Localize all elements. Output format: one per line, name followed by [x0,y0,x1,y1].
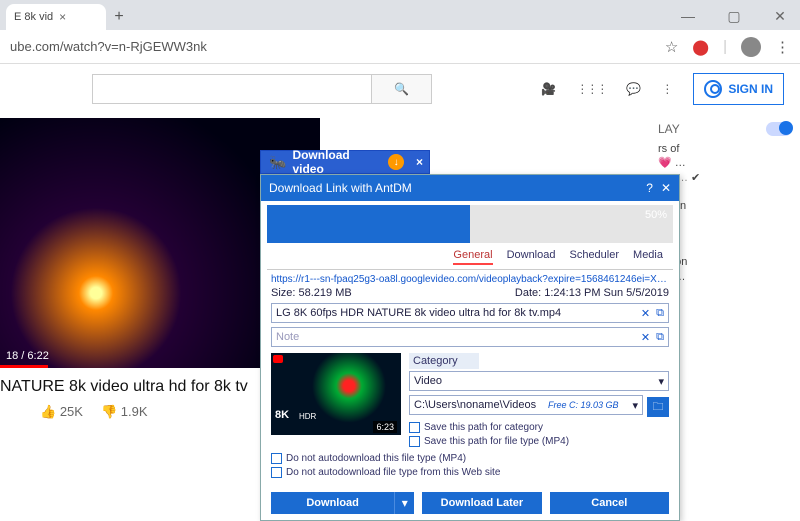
messages-icon[interactable]: 💬 [626,82,641,96]
youtube-icon [273,355,283,363]
extension-icon[interactable]: ⬤ [692,38,709,56]
category-select[interactable]: Video ▾ [409,371,669,391]
tab-general[interactable]: General [453,249,492,265]
browser-menu-icon[interactable]: ⋮ [775,38,790,56]
window-close-button[interactable]: ✕ [766,8,794,25]
browser-tabstrip: E 8k vid × + — ▢ ✕ [0,0,800,30]
chevron-down-icon: ▾ [658,375,664,388]
url-field[interactable]: ube.com/watch?v=n-RjGEWW3nk [10,39,655,54]
search-box: 🔍 [92,74,432,104]
file-date-label: Date: 1:24:13 PM Sun 5/5/2019 [515,287,669,299]
clear-icon[interactable]: ✕ [641,307,650,320]
filename-field[interactable]: LG 8K 60fps HDR NATURE 8k video ultra hd… [271,303,669,323]
resolution-badge: 8K [275,409,289,421]
folder-icon: 🗀 [653,398,664,417]
browse-folder-button[interactable]: 🗀 [647,397,669,417]
chevron-down-icon: ▾ [632,399,638,412]
autoplay-toggle[interactable] [766,122,792,136]
dialog-titlebar: Download Link with AntDM ? ✕ [261,175,679,201]
tab-download[interactable]: Download [507,249,556,265]
dialog-buttons: Download ▾ Download Later Cancel [261,486,679,520]
bookmark-star-icon[interactable]: ☆ [665,38,678,56]
save-path-field[interactable]: C:\Users\noname\Videos Free C: 19.03 GB … [409,395,643,415]
checkbox-no-autodownload-site[interactable]: Do not autodownload file type from this … [271,467,669,478]
window-minimize-button[interactable]: — [674,8,702,24]
address-bar: ube.com/watch?v=n-RjGEWW3nk ☆ ⬤ | ⋮ [0,30,800,64]
tab-title: E 8k vid [14,11,53,23]
tab-scheduler[interactable]: Scheduler [569,249,619,265]
free-space-label: Free C: 19.03 GB [548,400,621,410]
download-bar-label: Download video [292,148,382,176]
clear-icon[interactable]: ✕ [641,331,650,344]
download-video-bar[interactable]: 🐜 Download video ↓ × [260,150,430,174]
file-size-label: Size: 58.219 MB [271,287,352,299]
tab-media[interactable]: Media [633,249,663,265]
settings-menu-icon[interactable]: ⋮ [661,82,673,96]
note-field[interactable]: Note ✕⧉ [271,327,669,347]
window-maximize-button[interactable]: ▢ [720,8,748,25]
search-icon: 🔍 [394,82,409,96]
like-button[interactable]: 👍 25K [40,404,83,420]
sign-in-button[interactable]: SIGN IN [693,73,784,105]
dislike-button[interactable]: 👎 1.9K [101,404,148,420]
close-icon[interactable]: × [59,10,66,24]
dialog-tabs: General Download Scheduler Media [267,245,673,270]
download-later-button[interactable]: Download Later [422,492,541,514]
checkbox-save-path-filetype[interactable]: Save this path for file type (MP4) [409,436,669,447]
checkbox-no-autodownload-type[interactable]: Do not autodownload this file type (MP4) [271,453,669,464]
dialog-title: Download Link with AntDM [269,181,412,195]
copy-icon[interactable]: ⧉ [656,331,664,344]
sign-in-label: SIGN IN [728,82,773,96]
search-button[interactable]: 🔍 [371,75,431,103]
progress-preview: 50% [267,205,673,243]
category-label: Category [409,353,479,369]
close-icon[interactable]: ✕ [661,181,671,195]
new-tab-button[interactable]: + [106,4,132,30]
youtube-header: 🔍 🎥 ⋮⋮⋮ 💬 ⋮ SIGN IN [0,64,800,114]
playback-time: 18 / 6:22 [6,350,49,362]
source-url[interactable]: https://r1---sn-fpaq25g3-oa8l.googlevide… [271,274,669,285]
download-indicator-icon: ↓ [388,154,404,170]
search-input[interactable] [93,75,371,103]
progress-percent: 50% [645,209,667,221]
checkbox-save-path-category[interactable]: Save this path for category [409,422,669,433]
progress-bar[interactable] [0,365,48,368]
account-icon[interactable] [741,37,761,57]
close-icon[interactable]: × [410,155,429,169]
browser-tab[interactable]: E 8k vid × [6,4,106,30]
help-icon[interactable]: ? [646,181,653,195]
video-thumbnail: 8K HDR 6:23 [271,353,401,435]
cancel-button[interactable]: Cancel [550,492,669,514]
person-icon [704,80,722,98]
antdm-dialog: Download Link with AntDM ? ✕ 50% General… [260,174,680,521]
download-dropdown-button[interactable]: ▾ [394,492,414,514]
create-video-icon[interactable]: 🎥 [541,82,556,96]
thumbnail-duration: 6:23 [373,421,397,433]
apps-grid-icon[interactable]: ⋮⋮⋮ [576,82,606,96]
download-button[interactable]: Download [271,492,394,514]
copy-icon[interactable]: ⧉ [656,307,664,320]
autoplay-label: LAY [658,122,680,136]
hdr-badge: HDR [299,412,316,421]
